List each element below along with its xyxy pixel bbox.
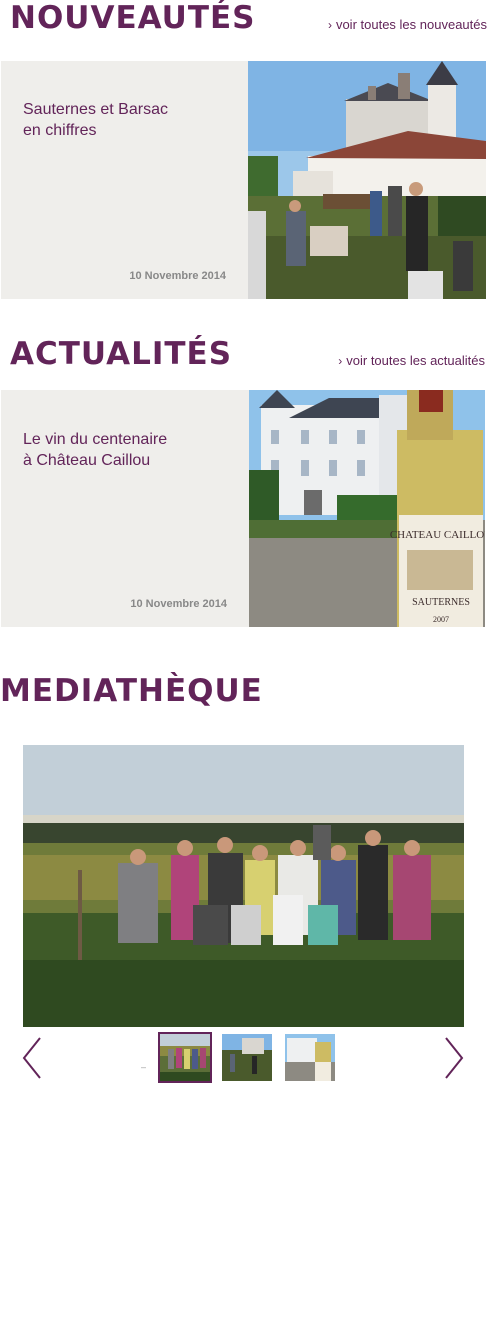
actualites-title: ACTUALITÉS: [10, 336, 233, 372]
chevron-right-icon: [445, 1037, 464, 1079]
gallery-thumbnail[interactable]: [222, 1034, 272, 1081]
gallery-pager-marker: –: [141, 1062, 147, 1072]
bottle-label-region: SAUTERNES: [412, 597, 470, 608]
chevron-right-icon: ›: [338, 354, 343, 368]
nouveautes-card[interactable]: Sauternes et Barsac en chiffres 10 Novem…: [1, 61, 248, 299]
bottle-label-brand: CHATEAU CAILLOU: [390, 529, 485, 541]
see-all-nouveautes-link[interactable]: › voir toutes les nouveautés: [328, 17, 487, 32]
see-all-nouveautes-label: voir toutes les nouveautés: [335, 17, 487, 32]
nouveautes-card-photo[interactable]: [248, 61, 486, 299]
card-title-line: en chiffres: [23, 122, 97, 139]
see-all-actualites-label: voir toutes les actualités: [346, 353, 485, 368]
gallery-next-button[interactable]: [440, 1036, 468, 1080]
gallery-prev-button[interactable]: [20, 1036, 48, 1080]
gallery-thumbnail[interactable]: [158, 1032, 212, 1083]
nouveautes-title: NOUVEAUTÉS: [10, 0, 256, 36]
nouveautes-card-title[interactable]: Sauternes et Barsac en chiffres: [23, 99, 223, 141]
card-title-line: Le vin du centenaire: [23, 431, 168, 448]
gallery-thumbnail[interactable]: [285, 1034, 335, 1081]
card-title-line: à Château Caillou: [23, 452, 151, 469]
actualites-card-title[interactable]: Le vin du centenaire à Château Caillou: [23, 429, 223, 471]
actualites-card-photo[interactable]: CHATEAU CAILLOU SAUTERNES 2007: [249, 390, 485, 627]
nouveautes-card-date: 10 Novembre 2014: [129, 270, 226, 282]
gallery-main-image: [23, 745, 464, 1027]
chevron-right-icon: ›: [327, 18, 332, 32]
actualites-card[interactable]: Le vin du centenaire à Château Caillou 1…: [1, 390, 249, 627]
bottle-label-year: 2007: [433, 615, 449, 624]
card-title-line: Sauternes et Barsac: [23, 101, 168, 118]
see-all-actualites-link[interactable]: › voir toutes les actualités: [338, 353, 485, 368]
actualites-card-date: 10 Novembre 2014: [130, 598, 227, 610]
chevron-left-icon: [22, 1037, 41, 1079]
mediatheque-title: MEDIATHÈQUE: [0, 673, 263, 709]
